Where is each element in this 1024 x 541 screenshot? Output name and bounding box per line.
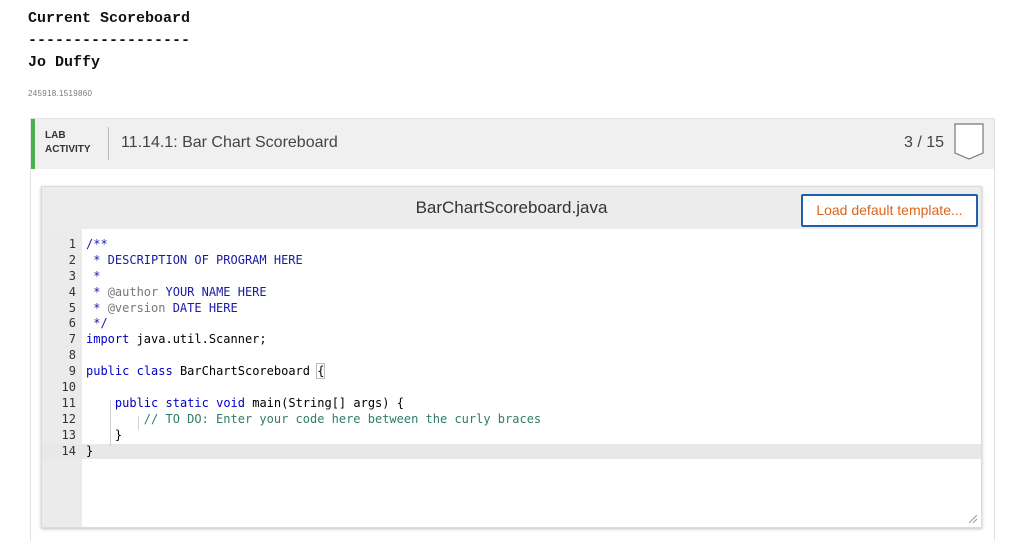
resize-handle-icon[interactable]: [969, 515, 977, 523]
code-text[interactable]: public class BarChartScoreboard {: [86, 363, 326, 380]
line-number: 2: [68, 252, 76, 267]
line-number: 14: [61, 443, 76, 458]
header-separator: [108, 127, 109, 160]
indent-guide: [110, 400, 111, 446]
editor-header: BarChartScoreboard.java Load default tem…: [42, 187, 981, 229]
code-line[interactable]: 5 * @version DATE HERE: [42, 301, 981, 317]
load-default-template-button[interactable]: Load default template...: [801, 194, 978, 227]
code-text[interactable]: * @author YOUR NAME HERE: [86, 285, 266, 301]
line-number: 12: [61, 411, 76, 426]
line-number: 1: [68, 237, 76, 251]
line-number: 8: [68, 348, 76, 363]
lab-type-line2: ACTIVITY: [45, 144, 91, 155]
lab-title: 11.14.1: Bar Chart Scoreboard: [121, 134, 338, 151]
code-line[interactable]: 6 */: [42, 316, 981, 332]
line-number: 13: [61, 427, 76, 442]
code-area[interactable]: 1/** 2 * DESCRIPTION OF PROGRAM HERE 3 * 4 …: [42, 237, 981, 460]
code-text[interactable]: // TO DO: Enter your code here between t…: [86, 412, 541, 428]
code-text[interactable]: * DESCRIPTION OF PROGRAM HERE: [86, 253, 303, 269]
code-line[interactable]: 13 }: [42, 428, 981, 444]
code-line[interactable]: 4 * @author YOUR NAME HERE: [42, 285, 981, 301]
line-number: 5: [68, 300, 76, 315]
code-line[interactable]: 11 public static void main(String[] args…: [42, 396, 981, 412]
line-number: 4: [68, 284, 76, 299]
line-number: 9: [68, 364, 76, 379]
code-line[interactable]: 14}: [42, 443, 981, 460]
code-text[interactable]: */: [86, 316, 107, 332]
code-text[interactable]: public static void main(String[] args) {: [86, 396, 404, 412]
line-number: 11: [61, 395, 76, 410]
scoreboard-heading: Current Scoreboard: [28, 10, 191, 27]
completion-badge-icon: [954, 123, 984, 160]
code-line[interactable]: 8: [42, 348, 981, 364]
lab-header: LAB ACTIVITY 11.14.1: Bar Chart Scoreboa…: [31, 119, 994, 169]
code-text[interactable]: /**: [86, 237, 108, 253]
line-number: 3: [68, 268, 76, 283]
code-line[interactable]: 10: [42, 380, 981, 396]
line-number: 10: [61, 380, 76, 395]
code-line[interactable]: 9 public class BarChartScoreboard {: [42, 363, 981, 380]
indent-guide: [138, 416, 139, 430]
code-line[interactable]: 7 import java.util.Scanner;: [42, 332, 981, 348]
line-number: 6: [68, 316, 76, 331]
line-number: 7: [68, 332, 76, 347]
lab-type-label: LAB ACTIVITY: [45, 129, 91, 157]
scoreboard-divider: ------------------: [28, 32, 191, 49]
scoreboard-name: Jo Duffy: [28, 54, 101, 71]
code-text[interactable]: *: [86, 269, 100, 285]
code-line[interactable]: 3 *: [42, 269, 981, 285]
code-text[interactable]: }: [86, 444, 93, 460]
lab-activity-panel: LAB ACTIVITY 11.14.1: Bar Chart Scoreboa…: [30, 118, 995, 541]
code-line[interactable]: 12 // TO DO: Enter your code here betwee…: [42, 412, 981, 428]
code-line[interactable]: 2 * DESCRIPTION OF PROGRAM HERE: [42, 253, 981, 269]
code-text[interactable]: }: [86, 428, 122, 444]
code-line[interactable]: 1 /**: [42, 237, 981, 253]
code-editor: BarChartScoreboard.java Load default tem…: [41, 186, 982, 528]
code-text[interactable]: * @version DATE HERE: [86, 301, 238, 317]
submission-id: 245918.1519860: [28, 89, 93, 98]
lab-score: 3 / 15: [903, 134, 944, 151]
code-text[interactable]: import java.util.Scanner;: [86, 332, 267, 348]
lab-type-line1: LAB: [45, 130, 66, 141]
